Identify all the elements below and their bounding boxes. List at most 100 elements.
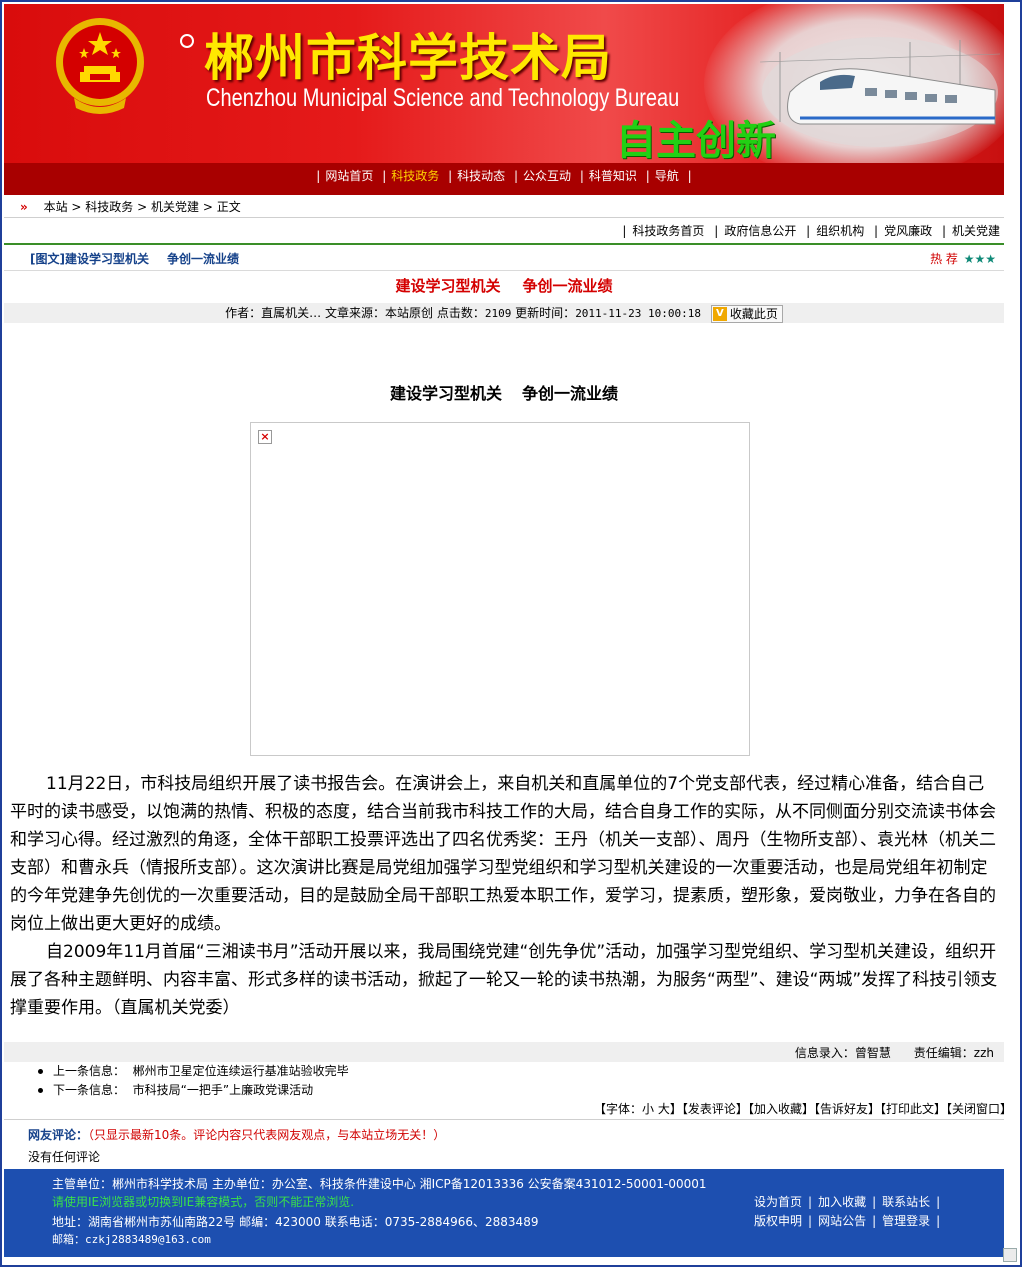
bullet-icon bbox=[38, 1088, 43, 1093]
divider bbox=[4, 1119, 1004, 1120]
article-title-part-a: 建设学习型机关 bbox=[395, 277, 501, 295]
scroll-corner bbox=[1003, 1248, 1017, 1262]
font-size-close: 】 bbox=[669, 1102, 682, 1116]
article-list-title: [图文]建设学习型机关 争创一流业绩 bbox=[30, 250, 239, 267]
bookmark-page-label: 收藏此页 bbox=[729, 306, 778, 321]
bullet-icon bbox=[38, 1069, 43, 1074]
clicks-label: 点击数： bbox=[436, 306, 485, 320]
source-label: 文章来源： bbox=[324, 306, 385, 320]
prev-label: 上一条信息： bbox=[53, 1064, 126, 1078]
nav-item-public-interaction[interactable]: 公众互动 bbox=[523, 169, 571, 183]
footer-address: 地址：湖南省郴州市苏仙南路22号 邮编：423000 联系电话：0735-288… bbox=[52, 1215, 539, 1229]
image-text-tag: [图文] bbox=[30, 252, 65, 266]
clicks-value: 2109 bbox=[484, 307, 512, 320]
divider bbox=[4, 217, 1004, 218]
font-large-button[interactable]: 大 bbox=[658, 1102, 670, 1116]
next-item: 下一条信息： 市科技局“一把手”上廉政党课活动 bbox=[38, 1081, 349, 1100]
editor-value: zzh bbox=[973, 1046, 994, 1060]
hot-label: 热 荐 bbox=[930, 252, 958, 266]
article-heading-part-a: 建设学习型机关 bbox=[389, 384, 502, 403]
comments-label: 网友评论： bbox=[28, 1128, 89, 1142]
breadcrumb-party-building[interactable]: 机关党建 bbox=[151, 200, 199, 214]
add-favorite-button[interactable]: 【加入收藏】 bbox=[748, 1102, 814, 1116]
no-comments-text: 没有任何评论 bbox=[28, 1150, 101, 1164]
article-heading-part-b: 争创一流业绩 bbox=[522, 384, 619, 403]
footer-sponsor: 主管单位：郴州市科学技术局 主办单位：办公室、科技条件建设中心 湘ICP备120… bbox=[52, 1177, 707, 1191]
nav-item-tech-news[interactable]: 科技动态 bbox=[457, 169, 505, 183]
contact-webmaster-link[interactable]: 联系站长 bbox=[882, 1195, 930, 1209]
author-label: 作者： bbox=[225, 306, 262, 320]
article-title: 建设学习型机关 争创一流业绩 bbox=[2, 275, 1006, 296]
subnav-item-gov-info[interactable]: 政府信息公开 bbox=[724, 224, 796, 238]
footer-links-row2: 版权申明 | 网站公告 | 管理登录 | bbox=[754, 1214, 941, 1228]
breadcrumb-home[interactable]: 本站 bbox=[44, 200, 68, 214]
hot-recommend: 热 荐 ★★★ bbox=[930, 250, 996, 267]
site-footer: 主管单位：郴州市科学技术局 主办单位：办公室、科技条件建设中心 湘ICP备120… bbox=[4, 1169, 1004, 1257]
breadcrumb-current: 正文 bbox=[216, 200, 241, 214]
page: 郴州市科学技术局 Chenzhou Municipal Science and … bbox=[0, 0, 1022, 1267]
entry-label: 信息录入： bbox=[794, 1046, 855, 1060]
list-title-part-b: 争创一流业绩 bbox=[167, 252, 240, 266]
entry-value: 曾智慧 bbox=[854, 1046, 891, 1060]
print-button[interactable]: 【打印此文】 bbox=[880, 1102, 946, 1116]
footer-email: 邮箱：czkj2883489@163.com bbox=[52, 1233, 211, 1246]
bookmark-icon: V bbox=[712, 306, 727, 321]
broken-image-icon: × bbox=[258, 430, 272, 444]
admin-login-link[interactable]: 管理登录 bbox=[882, 1214, 930, 1228]
star-rating-icon: ★★★ bbox=[963, 252, 996, 266]
slogan: 自主创新 bbox=[616, 118, 776, 163]
article-paragraph: 自2009年11月首届“三湘读书月”活动开展以来，我局围绕党建“创先争优”活动，… bbox=[10, 942, 998, 1018]
site-title: 郴州市科学技术局 bbox=[204, 29, 612, 87]
copyright-link[interactable]: 版权申明 bbox=[754, 1214, 802, 1228]
nav-item-science-knowledge[interactable]: 科普知识 bbox=[589, 169, 637, 183]
set-homepage-link[interactable]: 设为首页 bbox=[754, 1195, 802, 1209]
nav-item-navigation[interactable]: 导航 bbox=[655, 169, 679, 183]
prev-link[interactable]: 郴州市卫星定位连续运行基准站验收完毕 bbox=[133, 1064, 349, 1078]
source-value: 本站原创 bbox=[384, 306, 433, 320]
subnav-item-organization[interactable]: 组织机构 bbox=[816, 224, 864, 238]
footer-links-row1: 设为首页 | 加入收藏 | 联系站长 | bbox=[754, 1195, 941, 1209]
site-subtitle: Chenzhou Municipal Science and Technolog… bbox=[206, 84, 680, 112]
comments-header: 网友评论：（只显示最新10条。评论内容只代表网友观点，与本站立场无关！） bbox=[28, 1126, 445, 1143]
subnav-item-party-building[interactable]: 机关党建 bbox=[952, 224, 1000, 238]
main-nav: | 网站首页 | 科技政务 | 科技动态 | 公众互动 | 科普知识 | 导航 | bbox=[4, 163, 1004, 195]
article-tools: 【字体：小 大】【发表评论】【加入收藏】【告诉好友】【打印此文】【关闭窗口】 bbox=[594, 1100, 1012, 1117]
author-value: 直属机关… bbox=[261, 306, 322, 320]
prev-next-links: 上一条信息： 郴州市卫星定位连续运行基准站验收完毕 下一条信息： 市科技局“一把… bbox=[38, 1062, 349, 1100]
add-favorite-link[interactable]: 加入收藏 bbox=[818, 1195, 866, 1209]
list-title-part-a: 建设学习型机关 bbox=[64, 252, 149, 266]
updated-label: 更新时间： bbox=[515, 306, 576, 320]
divider bbox=[4, 270, 1004, 271]
sub-nav: | 科技政务首页 | 政府信息公开 | 组织机构 | 党风廉政 | 机关党建 bbox=[622, 224, 1000, 238]
site-notice-link[interactable]: 网站公告 bbox=[818, 1214, 866, 1228]
double-chevron-icon: » bbox=[20, 200, 28, 214]
close-window-button[interactable]: 【关闭窗口】 bbox=[946, 1102, 1012, 1116]
next-link[interactable]: 市科技局“一把手”上廉政党课活动 bbox=[133, 1083, 313, 1097]
comments-note: （只显示最新10条。评论内容只代表网友观点，与本站立场无关！） bbox=[88, 1128, 446, 1142]
subnav-item-home[interactable]: 科技政务首页 bbox=[632, 224, 704, 238]
footer-browser-notice: 请使用IE浏览器或切换到IE兼容模式，否则不能正常浏览. bbox=[52, 1195, 355, 1209]
next-label: 下一条信息： bbox=[53, 1083, 126, 1097]
breadcrumb-tech-affairs[interactable]: 科技政务 bbox=[85, 200, 133, 214]
decorative-ring-icon bbox=[180, 34, 194, 48]
font-size-label: 【字体： bbox=[594, 1102, 643, 1116]
divider bbox=[4, 243, 1004, 245]
article-image: × bbox=[250, 422, 750, 756]
post-comment-button[interactable]: 【发表评论】 bbox=[682, 1102, 748, 1116]
tell-friend-button[interactable]: 【告诉好友】 bbox=[814, 1102, 880, 1116]
article-title-part-b: 争创一流业绩 bbox=[522, 277, 613, 295]
editor-label: 责任编辑： bbox=[913, 1046, 974, 1060]
nav-item-home[interactable]: 网站首页 bbox=[325, 169, 373, 183]
info-bar: 信息录入：曾智慧 责任编辑：zzh bbox=[4, 1042, 1004, 1062]
article-meta: 作者：直属机关… 文章来源：本站原创 点击数：2109 更新时间：2011-11… bbox=[4, 303, 1004, 323]
bookmark-page-button[interactable]: V 收藏此页 bbox=[710, 304, 783, 323]
article-paragraph: 11月22日，市科技局组织开展了读书报告会。在演讲会上，来自机关和直属单位的7个… bbox=[10, 774, 996, 934]
article-body: 11月22日，市科技局组织开展了读书报告会。在演讲会上，来自机关和直属单位的7个… bbox=[10, 770, 1000, 1022]
train-image bbox=[760, 37, 1000, 147]
breadcrumb: » 本站 > 科技政务 > 机关党建 > 正文 bbox=[20, 200, 241, 214]
subnav-item-integrity[interactable]: 党风廉政 bbox=[884, 224, 932, 238]
header-banner: 郴州市科学技术局 Chenzhou Municipal Science and … bbox=[4, 4, 1004, 163]
updated-value: 2011-11-23 10:00:18 bbox=[575, 307, 702, 320]
nav-item-tech-affairs[interactable]: 科技政务 bbox=[391, 169, 439, 183]
font-small-button[interactable]: 小 bbox=[642, 1102, 654, 1116]
